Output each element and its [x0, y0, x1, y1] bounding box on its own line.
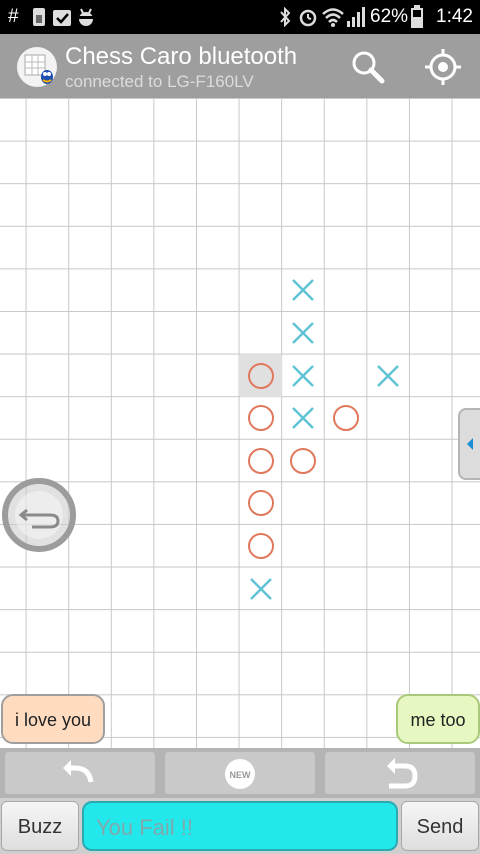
svg-text:NEW: NEW — [230, 770, 252, 780]
search-icon[interactable] — [349, 48, 387, 86]
o-piece — [240, 525, 282, 567]
redo-button[interactable] — [325, 752, 475, 794]
sim-card-icon — [32, 7, 46, 32]
chat-bubble-sent: me too — [396, 694, 480, 744]
o-piece — [240, 397, 282, 439]
game-board[interactable] — [0, 98, 480, 748]
new-game-button[interactable]: NEW — [165, 752, 315, 794]
o-piece — [282, 440, 324, 482]
locate-crosshair-icon[interactable] — [424, 48, 462, 86]
x-piece — [282, 355, 324, 397]
battery-icon — [410, 5, 424, 34]
o-piece — [325, 397, 367, 439]
undo-button[interactable] — [5, 752, 155, 794]
side-drawer-handle[interactable] — [458, 408, 480, 480]
android-bug-icon — [76, 7, 96, 32]
message-input[interactable]: You Fail !! — [82, 801, 398, 851]
x-piece — [282, 312, 324, 354]
x-piece — [282, 397, 324, 439]
app-title: Chess Caro bluetooth — [65, 43, 298, 70]
x-piece — [282, 269, 324, 311]
new-badge-icon: NEW — [225, 759, 255, 789]
floating-back-button[interactable] — [0, 477, 80, 557]
chat-bubble-received: i love you — [1, 694, 105, 744]
clipboard-check-icon — [52, 7, 72, 32]
app-logo-icon[interactable] — [17, 47, 57, 87]
x-piece — [240, 568, 282, 610]
signal-strength-icon — [346, 7, 368, 32]
status-bar: # 62% 1:42 — [0, 0, 480, 34]
action-bar: Chess Caro bluetooth connected to LG-F16… — [0, 34, 480, 98]
redo-return-icon — [387, 758, 418, 789]
bluetooth-icon — [278, 6, 292, 32]
wifi-icon — [322, 7, 344, 32]
buzz-button[interactable]: Buzz — [1, 801, 79, 851]
undo-arrow-icon — [63, 760, 94, 783]
o-piece — [240, 482, 282, 524]
clock-time: 1:42 — [436, 6, 473, 27]
alarm-clock-icon — [298, 7, 318, 32]
o-piece — [239, 354, 282, 397]
battery-percentage: 62% — [370, 6, 409, 27]
game-toolbar: NEW — [0, 748, 480, 798]
message-text: You Fail !! — [96, 815, 194, 840]
x-piece — [367, 355, 409, 397]
connection-subtitle: connected to LG-F160LV — [65, 72, 254, 91]
hash-glyph: # — [8, 6, 19, 27]
message-input-row: Buzz You Fail !! Send — [0, 798, 480, 854]
o-piece — [240, 440, 282, 482]
send-button[interactable]: Send — [401, 801, 479, 851]
